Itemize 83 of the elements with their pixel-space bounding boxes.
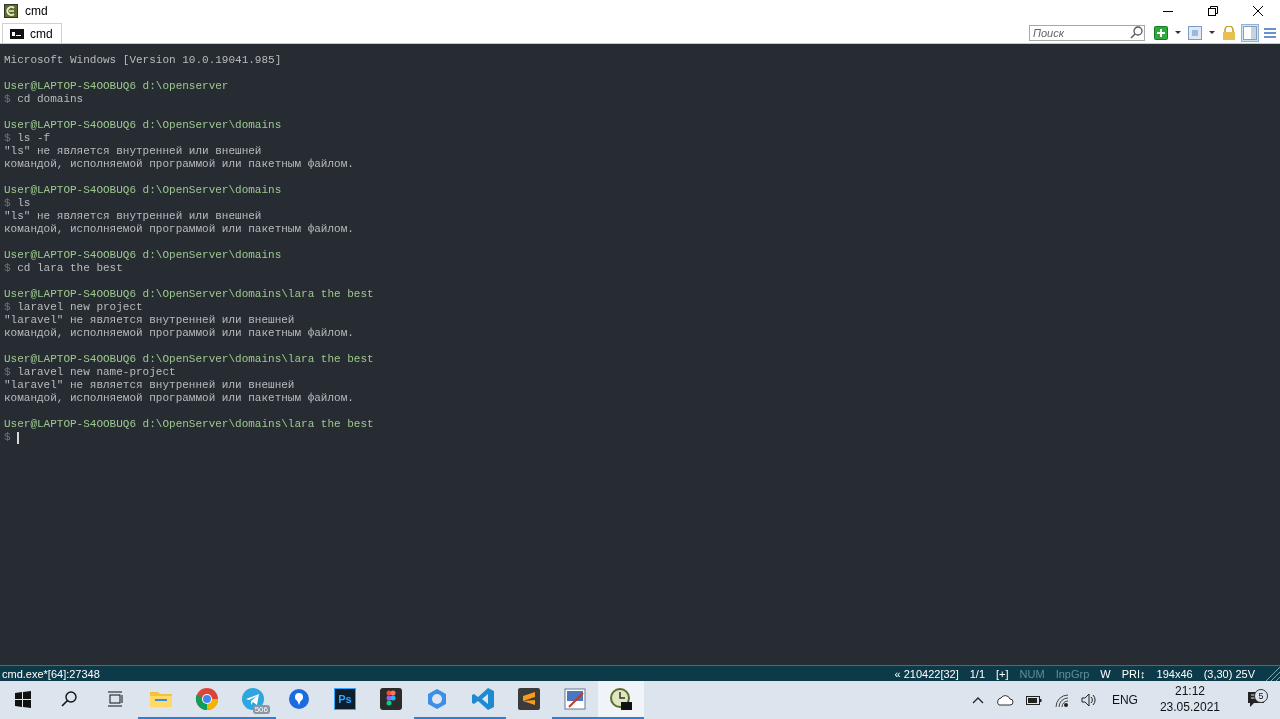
tricolor-circle-icon [195,687,219,711]
status-item: W [1100,667,1111,680]
prompt-symbol: $ [4,132,11,145]
prompt-symbol: $ [4,262,11,275]
restore-icon [1207,6,1218,16]
search-icon [1130,26,1143,39]
output-line: командой, исполняемой программой или пакетным файлом. [4,158,354,171]
prompt-symbol: $ [4,301,11,314]
prompt-line: User@LAPTOP-S4OOBUQ6 d:\OpenServer\domains [4,184,282,197]
location-pin-icon [287,687,311,711]
notification-count: 5 [1254,688,1268,703]
status-item: « 210422[32] [894,667,959,680]
command-text: cd domains [17,93,84,106]
panel-icon [1243,25,1257,40]
command-text: ls -f [17,132,51,145]
clock-button[interactable]: 21:12 23.05.2021 [1151,683,1228,717]
status-item: 194x46 [1156,667,1193,680]
ribbon-icon [471,687,495,711]
wifi-icon [1053,692,1069,708]
speaker-icon [1080,693,1096,707]
language-indicator[interactable]: ENG [1111,693,1138,707]
clock-console-icon [609,687,633,711]
command-text: laravel new name-project [17,366,176,379]
output-line: "ls" не является внутренней или внешней [4,145,262,158]
prompt-symbol: $ [4,197,11,210]
unread-count: 506 [252,705,270,714]
clock-date: 23.05.2021 [1159,699,1220,715]
status-item: InpGrp [1055,667,1090,680]
status-item: NUM [1019,667,1045,680]
prompt-line: User@LAPTOP-S4OOBUQ6 d:\OpenServer\domains [4,249,282,262]
output-line: "laravel" не является внутренней или внешней [4,314,295,327]
output-line: "laravel" не является внутренней или внешней [4,379,295,392]
app-icon [4,4,18,18]
prompt-symbol: $ [4,93,11,106]
status-item: PRI↕ [1121,667,1146,680]
window-icon [1188,25,1202,40]
picture-icon [563,687,587,711]
caret-icon [1209,31,1215,34]
ring-icon [425,687,449,711]
command-text: cd lara the best [17,262,123,275]
toolbar-button[interactable] [1152,23,1170,42]
prompt-line: User@LAPTOP-S4OOBUQ6 d:\OpenServer\domains\lara the best [4,418,374,431]
tab[interactable]: cmd [2,23,62,43]
prompt-symbol: $ [4,431,11,444]
clock-time: 21:12 [1174,683,1205,699]
resize-grip-icon [1266,666,1280,681]
app-logo-icon: Ps [334,688,356,710]
console-icon [10,28,24,39]
output-line: командой, исполняемой программой или пакетным файлом. [4,223,354,236]
status-item: [+] [996,667,1009,680]
lock-icon [1222,25,1236,40]
tray-button[interactable] [1023,693,1044,707]
zigzag-icon [517,687,541,711]
prompt-line: User@LAPTOP-S4OOBUQ6 d:\OpenServer\domains [4,119,282,132]
process-label: cmd.exe*[64]:27348 [2,667,100,680]
search-icon [61,691,77,707]
prompt-line: User@LAPTOP-S4OOBUQ6 d:\openserver [4,80,229,93]
windows-logo-icon [15,690,31,708]
prompt-symbol: $ [4,366,11,379]
search-field[interactable]: Поиск [1029,24,1145,41]
prompt-line: User@LAPTOP-S4OOBUQ6 d:\OpenServer\domains\lara the best [4,353,374,366]
output-line: "ls" не является внутренней или внешней [4,210,262,223]
battery-icon [1025,693,1042,707]
command-text: laravel new project [17,301,143,314]
output-line: командой, исполняемой программой или пакетным файлом. [4,392,354,405]
status-item: 1/1 [969,667,986,680]
menu-icon [1264,26,1276,39]
output-line: командой, исполняемой программой или пакетным файлом. [4,327,354,340]
close-icon [1252,6,1263,16]
shapes-icon [379,687,403,711]
taskbar-app-button[interactable] [598,681,644,719]
command-text: ls [17,197,31,210]
taskbar-app-button[interactable]: Ps [322,681,368,719]
cloud-icon [995,693,1014,707]
output-line: Microsoft Windows [Version 10.0.19041.985] [4,54,282,67]
prompt-line: User@LAPTOP-S4OOBUQ6 d:\OpenServer\domains\lara the best [4,288,374,301]
notifications-button[interactable]: 5 [1236,690,1276,710]
window-title: cmd [25,4,48,18]
task-view-icon [107,691,123,707]
caret-icon [1175,31,1181,34]
status-item: (3,30) 25V [1203,667,1255,680]
tray-button[interactable] [1078,693,1098,707]
plus-icon [1154,25,1168,40]
